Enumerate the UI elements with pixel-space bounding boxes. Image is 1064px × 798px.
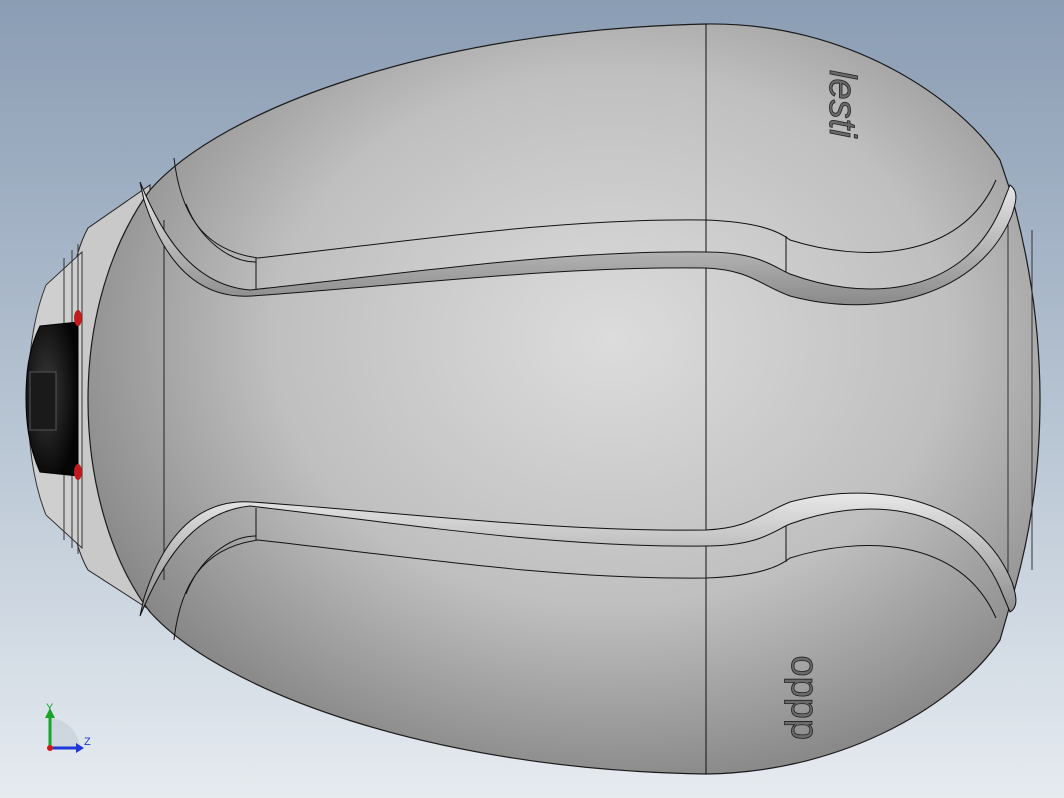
cad-viewport[interactable]: lesti dddo Y Z [0,0,1064,798]
engraved-text-bottom: dddo [779,655,821,740]
model-body [87,23,1041,775]
triad-y-label: Y [46,702,54,714]
engraved-text-top: lesti [821,70,863,139]
model-canvas[interactable]: lesti dddo Y Z [0,0,1064,798]
triad-z-label: Z [84,736,91,748]
